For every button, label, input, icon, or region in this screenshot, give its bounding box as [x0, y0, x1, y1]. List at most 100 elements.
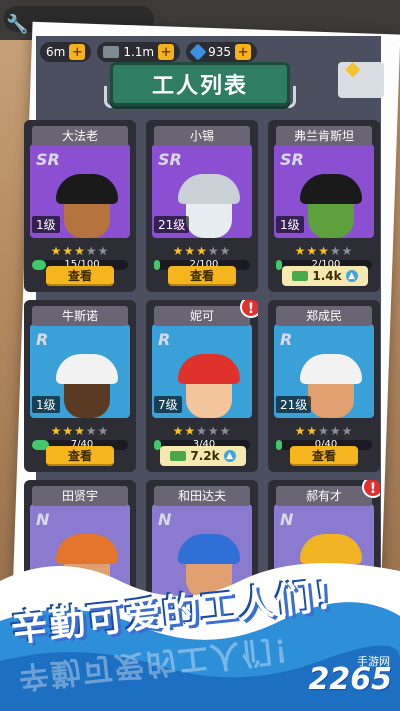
- rarity-badge: R: [280, 330, 293, 349]
- star-rating: ★★★★★: [274, 424, 374, 438]
- star-icon: ★: [50, 424, 63, 438]
- worker-headgear: [178, 354, 240, 384]
- view-button[interactable]: 查看: [290, 446, 358, 466]
- add-cash-button[interactable]: +: [69, 44, 86, 60]
- cash-value: 6m: [46, 45, 66, 59]
- worker-card[interactable]: 妮可 R 7级 ★★★★★ 3/40 7.2k ▲ !: [146, 300, 258, 472]
- worker-headgear: [56, 174, 118, 204]
- worker-level: 1级: [32, 396, 60, 413]
- rarity-badge: N: [36, 510, 50, 529]
- worker-name: 田贤宇: [32, 486, 128, 506]
- worker-headgear: [178, 174, 240, 204]
- worker-level: 21级: [154, 216, 190, 233]
- star-icon: ★: [97, 424, 110, 438]
- upgrade-cost: 7.2k: [190, 449, 220, 463]
- worker-name: 弗兰肯斯坦: [276, 126, 372, 146]
- star-icon: ★: [306, 424, 319, 438]
- gem-icon: [189, 43, 207, 61]
- star-icon: ★: [97, 244, 110, 258]
- star-icon: ★: [172, 244, 185, 258]
- rarity-badge: N: [158, 510, 172, 529]
- rarity-badge: R: [36, 330, 49, 349]
- add-bricks-button[interactable]: +: [158, 44, 175, 60]
- star-icon: ★: [341, 244, 354, 258]
- star-icon: ★: [184, 244, 197, 258]
- rarity-badge: SR: [280, 150, 304, 169]
- coin-stack-icon: ◆: [345, 56, 361, 80]
- rarity-badge: SR: [36, 150, 60, 169]
- star-icon: ★: [196, 424, 208, 438]
- bricks-value: 1.1m: [123, 45, 155, 59]
- star-icon: ★: [318, 244, 330, 258]
- worker-card[interactable]: 牛斯诺 R 1级 ★★★★★ 7/40 查看: [24, 300, 136, 472]
- wrench-icon: 🔧: [6, 14, 29, 35]
- upgrade-arrow-icon: ▲: [345, 270, 358, 282]
- worker-name: 大法老: [32, 126, 128, 146]
- star-icon: ★: [62, 424, 75, 438]
- upgrade-cost: 1.4k: [312, 269, 342, 283]
- add-gems-button[interactable]: +: [235, 44, 252, 60]
- worker-name: 和田达夫: [154, 486, 250, 506]
- worker-level: 1级: [32, 216, 60, 233]
- worker-card[interactable]: 小锡 SR 21级 ★★★★★ 2/100 查看: [146, 120, 258, 292]
- resource-bar: 6m + 1.1m + 935 +: [36, 40, 381, 64]
- resource-cash: 6m +: [40, 42, 92, 62]
- star-rating: ★★★★★: [30, 244, 130, 258]
- view-button[interactable]: 查看: [168, 266, 236, 286]
- star-icon: ★: [219, 244, 232, 258]
- star-icon: ★: [172, 424, 185, 438]
- upgrade-cost-button[interactable]: 7.2k ▲: [160, 446, 246, 466]
- upgrade-cost-button[interactable]: 1.4k ▲: [282, 266, 368, 286]
- brand-logo: 2265: [308, 662, 393, 697]
- star-icon: ★: [306, 244, 319, 258]
- star-icon: ★: [318, 424, 330, 438]
- star-icon: ★: [207, 244, 220, 258]
- worker-name: 郑成民: [276, 306, 372, 326]
- star-rating: ★★★★★: [274, 244, 374, 258]
- star-icon: ★: [85, 244, 98, 258]
- resource-bricks: 1.1m +: [97, 42, 181, 62]
- rarity-badge: N: [280, 510, 294, 529]
- star-icon: ★: [74, 424, 86, 438]
- star-icon: ★: [341, 424, 354, 438]
- star-icon: ★: [207, 424, 220, 438]
- star-icon: ★: [196, 244, 208, 258]
- worker-level: 7级: [154, 396, 182, 413]
- view-button[interactable]: 查看: [46, 266, 114, 286]
- star-icon: ★: [62, 244, 75, 258]
- worker-card[interactable]: 大法老 SR 1级 ★★★★★ 15/100 查看: [24, 120, 136, 292]
- rarity-badge: R: [158, 330, 171, 349]
- worker-level: 1级: [276, 216, 304, 233]
- worker-headgear: [300, 174, 362, 204]
- star-rating: ★★★★★: [152, 244, 252, 258]
- worker-card[interactable]: 郑成民 R 21级 ★★★★★ 0/40 查看: [268, 300, 380, 472]
- star-icon: ★: [219, 424, 232, 438]
- cash-icon: [170, 451, 187, 461]
- star-icon: ★: [85, 424, 98, 438]
- worker-headgear: [300, 354, 362, 384]
- star-icon: ★: [74, 244, 86, 258]
- rarity-badge: SR: [158, 150, 182, 169]
- brick-icon: [103, 46, 120, 58]
- worker-level: 21级: [276, 396, 312, 413]
- star-icon: ★: [329, 244, 342, 258]
- star-icon: ★: [294, 244, 307, 258]
- page-title: 工人列表: [110, 62, 290, 106]
- star-rating: ★★★★★: [152, 424, 252, 438]
- star-icon: ★: [184, 424, 197, 438]
- worker-name: 牛斯诺: [32, 306, 128, 326]
- resource-gems: 935 +: [186, 42, 258, 62]
- worker-headgear: [56, 354, 118, 384]
- upgrade-arrow-icon: ▲: [223, 450, 236, 462]
- worker-card[interactable]: 弗兰肯斯坦 SR 1级 ★★★★★ 2/100 1.4k ▲: [268, 120, 380, 292]
- worker-name: 小锡: [154, 126, 250, 146]
- worker-name: 妮可: [154, 306, 250, 326]
- view-button[interactable]: 查看: [46, 446, 114, 466]
- gems-value: 935: [208, 45, 232, 59]
- worker-name: 郝有才: [276, 486, 372, 506]
- star-icon: ★: [329, 424, 342, 438]
- star-rating: ★★★★★: [30, 424, 130, 438]
- star-icon: ★: [50, 244, 63, 258]
- cash-icon: [292, 271, 309, 281]
- star-icon: ★: [294, 424, 307, 438]
